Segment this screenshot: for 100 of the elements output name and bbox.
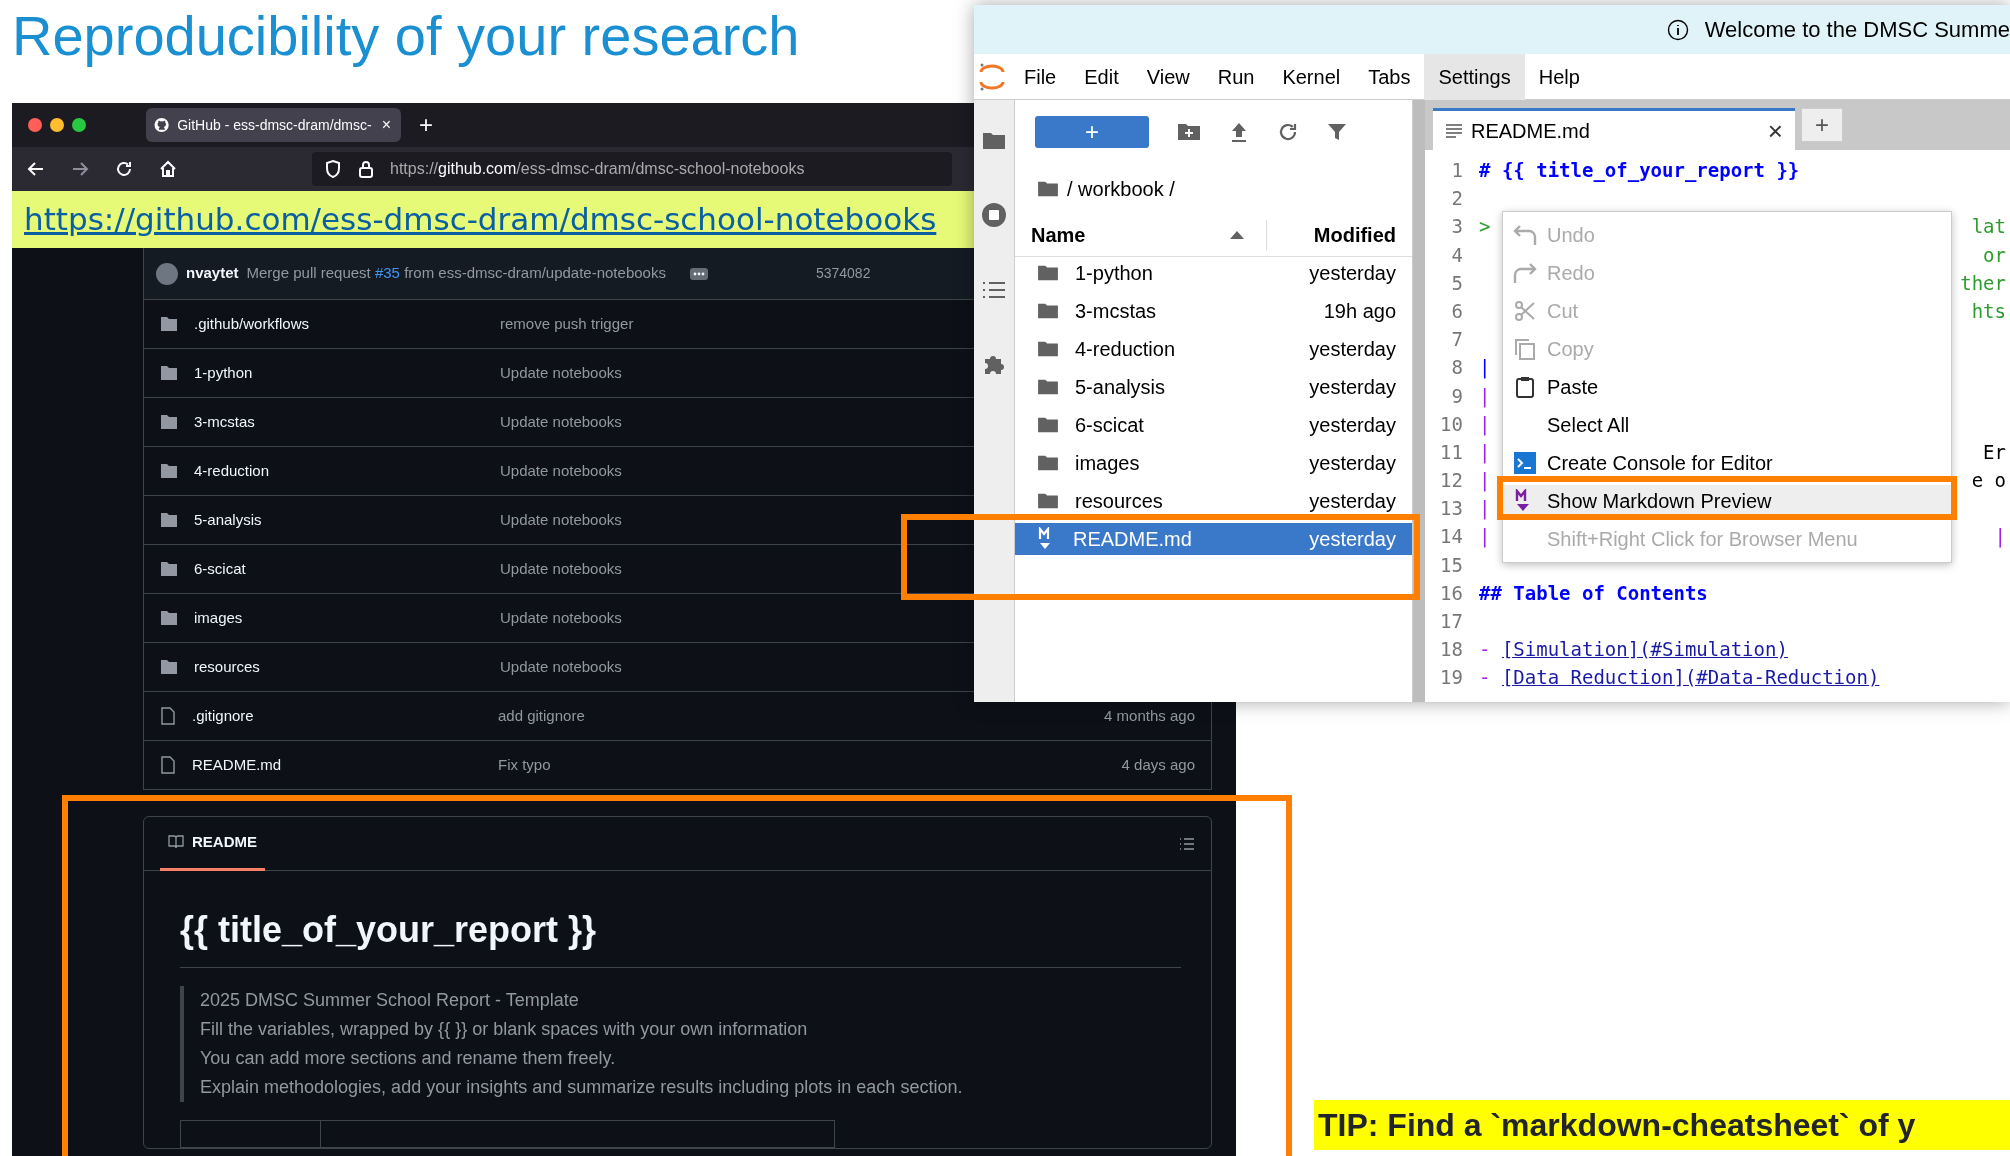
file-row[interactable]: 5-analysis yesterday (1015, 371, 1412, 403)
commit-date: 4 days ago (1121, 754, 1195, 775)
maximize-window-dot[interactable] (72, 118, 86, 132)
tab-title: GitHub - ess-dmsc-dram/dmsc- (177, 115, 372, 135)
commit-message[interactable]: Update notebooks (500, 557, 622, 581)
folder-icon (1037, 492, 1059, 510)
file-name[interactable]: images (194, 606, 484, 630)
browser-tab[interactable]: GitHub - ess-dmsc-dram/dmsc- × (146, 108, 401, 142)
line-number: 14 (1439, 524, 1464, 550)
file-name[interactable]: 6-scicat (194, 557, 484, 581)
tab-title: README.md (1471, 118, 1591, 144)
tip-text: TIP: Find a `markdown-cheatsheet` of y (1314, 1100, 2010, 1150)
column-header[interactable]: Name (1031, 220, 1086, 250)
outline-list-icon[interactable] (1179, 835, 1195, 852)
quote-line: Explain methodologies, add your insights and summarize results including plots in each section. (200, 1076, 964, 1099)
commit-message[interactable]: Update notebooks (500, 459, 622, 483)
stop-icon[interactable] (981, 202, 1007, 228)
commit-author[interactable]: nvaytet (186, 262, 239, 285)
readme-tab[interactable]: README (160, 816, 265, 871)
close-tab-button[interactable]: × (379, 113, 393, 137)
menu-item[interactable]: Tabs (1354, 53, 1425, 100)
menu-item[interactable]: File (1010, 53, 1071, 100)
folder-icon (1037, 264, 1059, 282)
line-number: 19 (1439, 665, 1464, 691)
menu-item[interactable]: Settings (1424, 53, 1525, 100)
file-name[interactable]: .github/workflows (194, 312, 484, 336)
file-name[interactable]: 1-python (194, 361, 484, 385)
code-line: ## Table of Contents (1478, 580, 1708, 606)
file-row[interactable]: 3-mcstas 19h ago (1015, 295, 1412, 327)
add-tab-button[interactable]: + (1801, 108, 1843, 142)
menu-item[interactable]: View (1132, 53, 1204, 100)
file-name[interactable]: .gitignore (192, 704, 482, 728)
folder-icon (160, 659, 178, 675)
breadcrumb[interactable]: / workbook / (1067, 174, 1175, 204)
ellipsis-icon[interactable] (689, 267, 708, 280)
commit-message[interactable]: add gitignore (498, 704, 585, 728)
copy-icon (1513, 337, 1537, 361)
commit-message[interactable]: Update notebooks (500, 655, 622, 679)
commit-message[interactable]: Update notebooks (500, 606, 622, 630)
file-name[interactable]: 3-mcstas (194, 410, 484, 434)
line-number: 15 (1439, 552, 1464, 578)
list-icon[interactable] (982, 280, 1006, 300)
pull-request-link[interactable]: #35 (374, 264, 400, 282)
upload-icon[interactable] (1229, 121, 1249, 143)
file-row[interactable]: images yesterday (1015, 447, 1412, 479)
menu-item[interactable]: Help (1524, 53, 1594, 100)
menu-item[interactable]: Select All (1503, 409, 1951, 441)
file-name[interactable]: resources (194, 655, 484, 679)
minimize-window-dot[interactable] (50, 118, 64, 132)
file-row[interactable]: resources yesterday (1015, 485, 1412, 517)
commit-message[interactable]: Update notebooks (500, 508, 622, 532)
address-bar[interactable]: https://github.com/ess-dmsc-dram/dmsc-school-notebooks (312, 152, 952, 186)
repository-link[interactable]: https://github.com/ess-dmsc-dram/dmsc-school-notebooks (24, 196, 937, 243)
menu-item[interactable]: Paste (1503, 371, 1951, 403)
refresh-icon[interactable] (1277, 121, 1299, 143)
commit-date: 4 months ago (1104, 705, 1195, 726)
sort-caret-icon (1230, 231, 1244, 239)
code-fragment: lat (1971, 214, 2007, 240)
home-icon[interactable] (158, 159, 178, 179)
file-name[interactable]: 4-reduction (194, 459, 484, 483)
code-line: | (1478, 355, 1491, 381)
quote-line: Fill the variables, wrapped by {{ }} or blank spaces with your own information (200, 1018, 809, 1041)
folder-icon[interactable] (1037, 180, 1059, 198)
clipboard-icon (1513, 375, 1537, 399)
close-window-dot[interactable] (28, 118, 42, 132)
menu-item[interactable]: Show Markdown Preview (1503, 485, 1951, 517)
line-number: 16 (1439, 580, 1464, 606)
code-line: | (1478, 524, 1491, 550)
filter-icon[interactable] (1327, 122, 1347, 142)
commit-message[interactable]: Fix typo (498, 753, 551, 777)
line-number: 4 (1450, 242, 1464, 268)
file-row[interactable]: README.md yesterday (1015, 523, 1412, 555)
new-folder-icon[interactable] (1177, 122, 1201, 142)
commit-message[interactable]: Update notebooks (500, 361, 622, 385)
commit-hash[interactable]: 5374082 (815, 263, 871, 284)
commit-message[interactable]: remove push trigger (500, 312, 634, 336)
url-text: https://github.com/ess-dmsc-dram/dmsc-school-notebooks (390, 159, 805, 179)
code-fragment: or (1983, 242, 2007, 268)
file-row[interactable]: 4-reduction yesterday (1015, 333, 1412, 365)
menu-item[interactable]: Create Console for Editor (1503, 447, 1951, 479)
editor-tab[interactable]: README.md × (1433, 108, 1795, 150)
file-name[interactable]: 5-analysis (194, 508, 484, 532)
commit-message[interactable]: Update notebooks (500, 410, 622, 434)
column-header[interactable]: Modified (1313, 220, 1412, 250)
avatar (156, 262, 178, 285)
menu-item[interactable]: Kernel (1268, 53, 1355, 100)
menu-item[interactable]: Edit (1070, 53, 1133, 100)
new-tab-button[interactable]: + (413, 106, 439, 144)
line-number: 10 (1439, 411, 1464, 437)
folder-icon[interactable] (982, 130, 1006, 150)
file-row[interactable]: 1-python yesterday (1015, 257, 1412, 289)
new-launcher-button[interactable]: + (1035, 116, 1149, 148)
slide-title: Reproducibility of your research (12, 3, 800, 69)
reload-icon[interactable] (114, 159, 134, 179)
readme-heading: {{ title_of_your_report }} (180, 903, 1181, 968)
file-row[interactable]: 6-scicat yesterday (1015, 409, 1412, 441)
line-number: 18 (1439, 637, 1464, 663)
menu-item[interactable]: Run (1203, 53, 1269, 100)
file-name[interactable]: README.md (192, 753, 482, 777)
close-tab-button[interactable]: × (1767, 117, 1783, 144)
